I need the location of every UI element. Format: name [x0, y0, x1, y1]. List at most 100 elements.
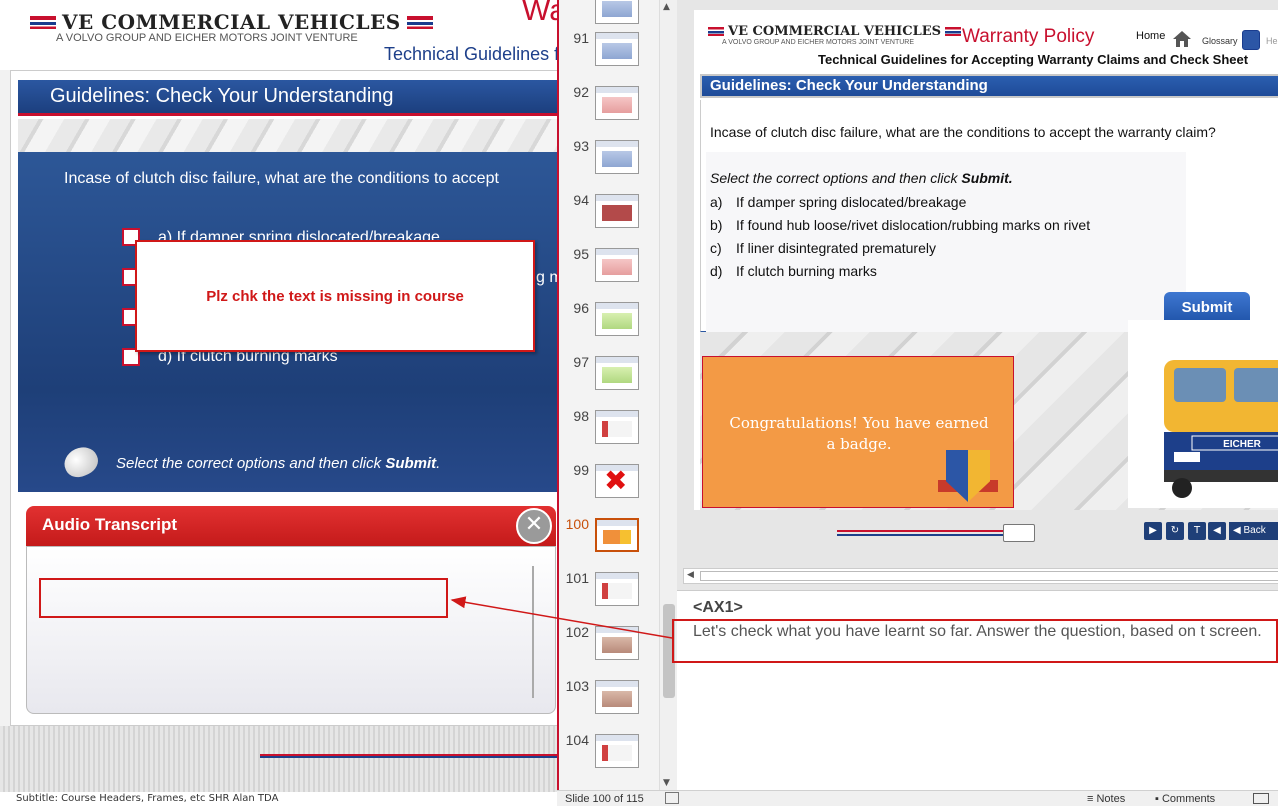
slide-thumbnail-image[interactable]: [595, 32, 639, 66]
scroll-up-icon[interactable]: ▲: [663, 2, 670, 12]
course-footer-strip: [0, 726, 558, 792]
slide-thumbnail-image[interactable]: [595, 248, 639, 282]
slide-thumbnail-image[interactable]: [595, 518, 639, 552]
preview-footer: Subtitle: Course Headers, Frames, etc SH…: [0, 792, 558, 806]
slide-thumbnail[interactable]: 104: [559, 732, 659, 786]
back-button[interactable]: ◀ Back: [1229, 522, 1278, 540]
previous-icon[interactable]: ◀: [1208, 522, 1226, 540]
replay-icon[interactable]: ↻: [1166, 522, 1184, 540]
section-title: Guidelines: Check Your Understanding: [50, 85, 394, 107]
question-text: Incase of clutch disc failure, what are …: [710, 124, 1216, 140]
thumbnail-scrollbar[interactable]: ▲ ▼: [659, 0, 677, 790]
glossary-link[interactable]: Glossary: [1202, 36, 1238, 46]
course-progress-line: [260, 754, 558, 758]
slide-thumbnail[interactable]: 101: [559, 570, 659, 624]
slide-thumbnail-image[interactable]: [595, 0, 639, 24]
transcript-scrollbar[interactable]: [532, 566, 534, 698]
slide-thumbnail[interactable]: 95: [559, 246, 659, 300]
slide-thumbnail-image[interactable]: [595, 86, 639, 120]
review-comment-box: Plz chk the text is missing in course: [135, 240, 535, 352]
flag-icon: [406, 15, 433, 29]
scroll-down-icon[interactable]: ▼: [663, 778, 670, 788]
slide-thumbnail-image[interactable]: [595, 194, 639, 228]
slide-thumbnail[interactable]: 100: [559, 516, 659, 570]
flag-icon: [30, 15, 56, 29]
slide-thumbnail-image[interactable]: [595, 626, 639, 660]
horizontal-scrollbar[interactable]: ◀: [683, 568, 1278, 584]
slide-progress: [837, 524, 1037, 542]
paper-background: [18, 119, 558, 153]
slide-number: 104: [565, 732, 589, 748]
preview-footer-text: Subtitle: Course Headers, Frames, etc SH…: [16, 793, 279, 804]
slide-thumbnail-image[interactable]: ✖: [595, 464, 639, 498]
joint-venture-tagline: A VOLVO GROUP AND EICHER MOTORS JOINT VE…: [722, 39, 915, 46]
current-slide[interactable]: VE COMMERCIAL VEHICLES A VOLVO GROUP AND…: [694, 10, 1278, 510]
option-c[interactable]: c) If liner disintegrated prematurely: [710, 240, 936, 256]
slide-number: 96: [573, 300, 589, 316]
instruction-text: Select the correct options and then clic…: [710, 170, 1013, 186]
speaker-notes-pane[interactable]: <AX1> Let's check what you have learnt s…: [672, 590, 1278, 790]
slide-number: 94: [573, 192, 589, 208]
audio-transcript-header: Audio Transcript: [26, 506, 556, 546]
option-b-fragment: g m: [536, 269, 558, 286]
play-icon[interactable]: ▶: [1144, 522, 1162, 540]
comments-button[interactable]: ▪ Comments: [1155, 793, 1215, 805]
slide-thumbnail[interactable]: 97: [559, 354, 659, 408]
joint-venture-tagline: A VOLVO GROUP AND EICHER MOTORS JOINT VE…: [56, 32, 358, 44]
slide-thumbnail[interactable]: 92: [559, 84, 659, 138]
option-b[interactable]: b) If found hub loose/rivet dislocation/r…: [710, 217, 1090, 233]
option-d[interactable]: d) If clutch burning marks: [710, 263, 877, 279]
slide-thumbnail-image[interactable]: [595, 410, 639, 444]
section-title: Guidelines: Check Your Understanding: [710, 77, 988, 94]
slide-thumbnail[interactable]: 102: [559, 624, 659, 678]
slide-thumbnail-image[interactable]: [595, 302, 639, 336]
audio-transcript-body: [26, 546, 556, 714]
course-title-fragment: Wa: [522, 0, 558, 27]
section-title-bar: Guidelines: Check Your Understanding: [700, 74, 1278, 98]
help-link-fragment[interactable]: He: [1266, 36, 1278, 46]
svg-text:EICHER: EICHER: [1223, 439, 1262, 450]
slide-thumbnail-image[interactable]: [595, 680, 639, 714]
congratulations-text: Congratulations! You have earned a badge…: [729, 414, 989, 453]
slide-number: 97: [573, 354, 589, 370]
accessibility-icon[interactable]: [665, 792, 679, 804]
option-a[interactable]: a) If damper spring dislocated/breakage: [710, 194, 966, 210]
slide-thumbnail-image[interactable]: [595, 734, 639, 768]
slide-number: 93: [573, 138, 589, 154]
transcript-icon[interactable]: T: [1188, 522, 1206, 540]
slide-number: 103: [565, 678, 589, 694]
slide-thumbnail[interactable]: 99 ✖: [559, 462, 659, 516]
notes-button[interactable]: ≡ Notes: [1087, 793, 1125, 805]
slide-thumbnail-pane[interactable]: 91 92 93 94 95 96 97 98 99 ✖ 100 101 102 103 104 ▲ ▼: [557, 0, 677, 790]
slide-thumbnail[interactable]: 91: [559, 30, 659, 84]
slide-thumbnail[interactable]: 94: [559, 192, 659, 246]
slide-number: 92: [573, 84, 589, 100]
slide-number: 100: [565, 516, 589, 532]
notes-highlight: [672, 619, 1278, 663]
truck-image: EICHER: [1164, 360, 1278, 498]
home-link[interactable]: Home: [1136, 30, 1165, 42]
slide-thumbnail[interactable]: 96: [559, 300, 659, 354]
notes-tag: <AX1>: [693, 599, 743, 616]
glossary-icon[interactable]: [1242, 30, 1260, 50]
question-text: Incase of clutch disc failure, what are …: [64, 170, 499, 187]
section-title-bar: Guidelines: Check Your Understanding: [18, 80, 558, 116]
review-comment-text: Plz chk the text is missing in course: [206, 287, 464, 305]
normal-view-icon[interactable]: [1253, 793, 1269, 804]
scroll-left-icon[interactable]: ◀: [687, 570, 694, 580]
ve-logo: VE COMMERCIAL VEHICLES: [704, 24, 965, 39]
slide-thumbnail[interactable]: 103: [559, 678, 659, 732]
slide-thumbnail-image[interactable]: [595, 572, 639, 606]
home-icon[interactable]: [1172, 30, 1192, 48]
slide-thumbnail[interactable]: 98: [559, 408, 659, 462]
flag-icon: [945, 27, 962, 36]
slide-number: 91: [573, 30, 589, 46]
slide-thumbnail-image[interactable]: [595, 140, 639, 174]
close-icon[interactable]: ✕: [516, 508, 552, 544]
missing-text-highlight: [39, 578, 448, 618]
slide-thumbnail-image[interactable]: [595, 356, 639, 390]
scrollbar-thumb[interactable]: [700, 571, 1278, 581]
flag-icon: [708, 27, 724, 36]
truck-icon: [1003, 524, 1035, 542]
slide-thumbnail[interactable]: 93: [559, 138, 659, 192]
